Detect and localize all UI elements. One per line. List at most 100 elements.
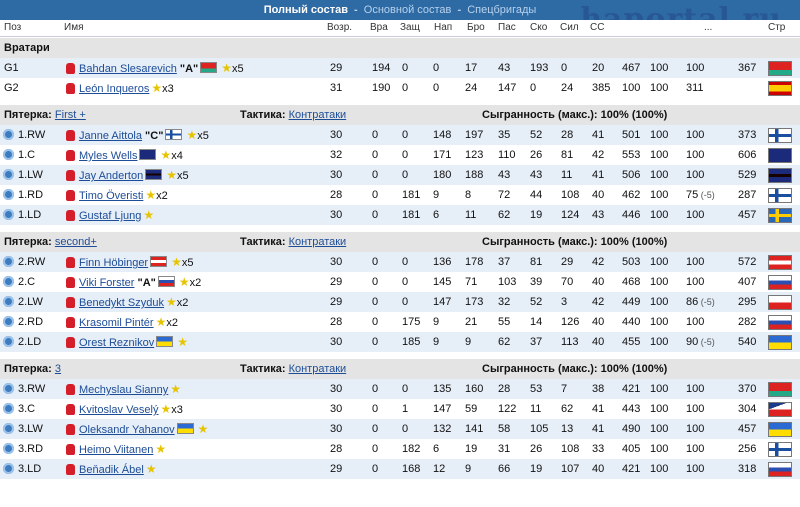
tab-special-teams[interactable]: Спецбригады: [467, 4, 536, 16]
player-name-link[interactable]: Timo Överisti: [79, 190, 143, 202]
star-count: x4: [171, 150, 183, 162]
player-name-link[interactable]: Orest Reznikov: [79, 337, 154, 349]
country-flag-icon: [768, 61, 792, 76]
tactic-link[interactable]: Контратаки: [289, 363, 347, 375]
player-name-link[interactable]: Jay Anderton: [79, 170, 143, 182]
team-icon[interactable]: [3, 296, 14, 307]
player-name-link[interactable]: León Inqueros: [79, 83, 149, 95]
star-icon: ★: [151, 81, 163, 95]
team-icon[interactable]: [3, 443, 14, 454]
team-icon[interactable]: [3, 256, 14, 267]
player-cell: Beňadik Ábel ★: [66, 459, 157, 480]
col-sil: Сил: [560, 22, 579, 33]
line-name-link[interactable]: second+: [55, 236, 97, 248]
stat-value: 0: [402, 149, 409, 161]
stat-value: 0: [372, 443, 379, 455]
team-icon[interactable]: [3, 403, 14, 414]
tactic-link[interactable]: Контратаки: [289, 236, 347, 248]
stat-value: 17: [465, 62, 478, 74]
nationality-flag-icon: [139, 149, 157, 160]
team-icon[interactable]: [3, 129, 14, 140]
table-row: 2.LW Benedykt Szyduk ★x2 29 0 0 147 173 32 52 3 42 4…: [0, 292, 800, 312]
stat-value: 41: [592, 423, 605, 435]
star-icon: ★: [166, 295, 177, 309]
stat-value: 287: [738, 189, 757, 201]
stat-value: 0: [402, 383, 409, 395]
tab-main-roster[interactable]: Основной состав: [364, 4, 452, 16]
star-count: x5: [176, 170, 189, 182]
stat-value: 20: [592, 62, 605, 74]
stat-value: 190: [372, 82, 391, 94]
team-icon[interactable]: [3, 169, 14, 180]
player-name-link[interactable]: Gustaf Ljung: [79, 210, 141, 222]
line-label: Пятерка: second+: [4, 236, 97, 248]
penalty-value: (-5): [698, 297, 715, 307]
table-row: 1.RD Timo Överisti ★x2 28 0 181 9 8 72 44 108 40 462…: [0, 185, 800, 205]
stat-value: 385: [592, 82, 611, 94]
tab-separator: -: [354, 4, 358, 16]
glove-icon: [66, 384, 75, 395]
stat-value: 42: [592, 256, 605, 268]
team-icon[interactable]: [3, 423, 14, 434]
stat-value: 529: [738, 169, 757, 181]
nationality-flag-icon: [150, 256, 168, 267]
stat-value: 24: [561, 82, 574, 94]
star-count: x5: [197, 130, 209, 142]
stat-value: 501: [622, 129, 641, 141]
stat-value: 0: [402, 82, 409, 94]
stat-value: 0: [433, 62, 440, 74]
team-icon[interactable]: [3, 336, 14, 347]
stat-value: 100: [686, 62, 705, 74]
col-country: Стр: [768, 22, 786, 33]
glove-icon: [66, 404, 75, 415]
player-name-link[interactable]: Viki Forster: [79, 277, 134, 289]
player-position: G1: [4, 62, 19, 74]
stat-value: 367: [738, 62, 757, 74]
star-icon: ★: [155, 315, 167, 329]
team-icon[interactable]: [3, 189, 14, 200]
tactic-link[interactable]: Контратаки: [289, 109, 347, 121]
player-name-link[interactable]: Janne Aittola: [79, 130, 142, 142]
player-name-link[interactable]: Beňadik Ábel: [79, 464, 144, 476]
country-flag-icon: [768, 315, 792, 330]
player-cell: Orest Reznikov ★: [66, 332, 188, 353]
player-cell: Bahdan Slesarevich "A" ★x5: [66, 58, 244, 79]
stat-value: 30: [330, 169, 343, 181]
player-name-link[interactable]: Heimo Viitanen: [79, 444, 153, 456]
stat-value: 181: [402, 209, 421, 221]
stat-value: 107: [561, 463, 580, 475]
player-name-link[interactable]: Myles Wells: [79, 150, 137, 162]
player-name-link[interactable]: Kvitoslav Veselý: [79, 404, 158, 416]
stat-value: 103: [498, 276, 517, 288]
country-flag-icon: [768, 255, 792, 270]
player-name-link[interactable]: Benedykt Szyduk: [79, 297, 164, 309]
tab-full-roster[interactable]: Полный состав: [264, 4, 348, 16]
country-flag-icon: [768, 275, 792, 290]
stat-value: 30: [330, 423, 343, 435]
player-cell: Krasomil Pintér ★x2: [66, 312, 178, 333]
stat-value: 100: [650, 316, 669, 328]
team-icon[interactable]: [3, 463, 14, 474]
line-name-link[interactable]: 3: [55, 363, 61, 375]
team-icon[interactable]: [3, 149, 14, 160]
stat-value: 32: [498, 296, 511, 308]
player-name-link[interactable]: Mechyslau Sianny: [79, 384, 168, 396]
stat-value: 373: [738, 129, 757, 141]
stat-value: 136: [433, 256, 452, 268]
player-name-link[interactable]: Bahdan Slesarevich: [79, 63, 177, 75]
player-name-link[interactable]: Finn Höbinger: [79, 257, 148, 269]
stat-value: 29: [330, 276, 343, 288]
stat-value: 7: [561, 383, 568, 395]
player-name-link[interactable]: Oleksandr Yahanov: [79, 424, 175, 436]
team-icon[interactable]: [3, 276, 14, 287]
team-icon[interactable]: [3, 209, 14, 220]
team-icon[interactable]: [3, 316, 14, 327]
stat-value: 100: [650, 423, 669, 435]
roster-tabs: Полный состав - Основной состав - Спецбр…: [0, 0, 800, 20]
country-flag-icon: [768, 462, 792, 477]
line-name-link[interactable]: First +: [55, 109, 86, 121]
team-icon[interactable]: [3, 383, 14, 394]
player-name-link[interactable]: Krasomil Pintér: [79, 317, 154, 329]
stat-value: 19: [530, 463, 543, 475]
stat-value: 31: [498, 443, 511, 455]
